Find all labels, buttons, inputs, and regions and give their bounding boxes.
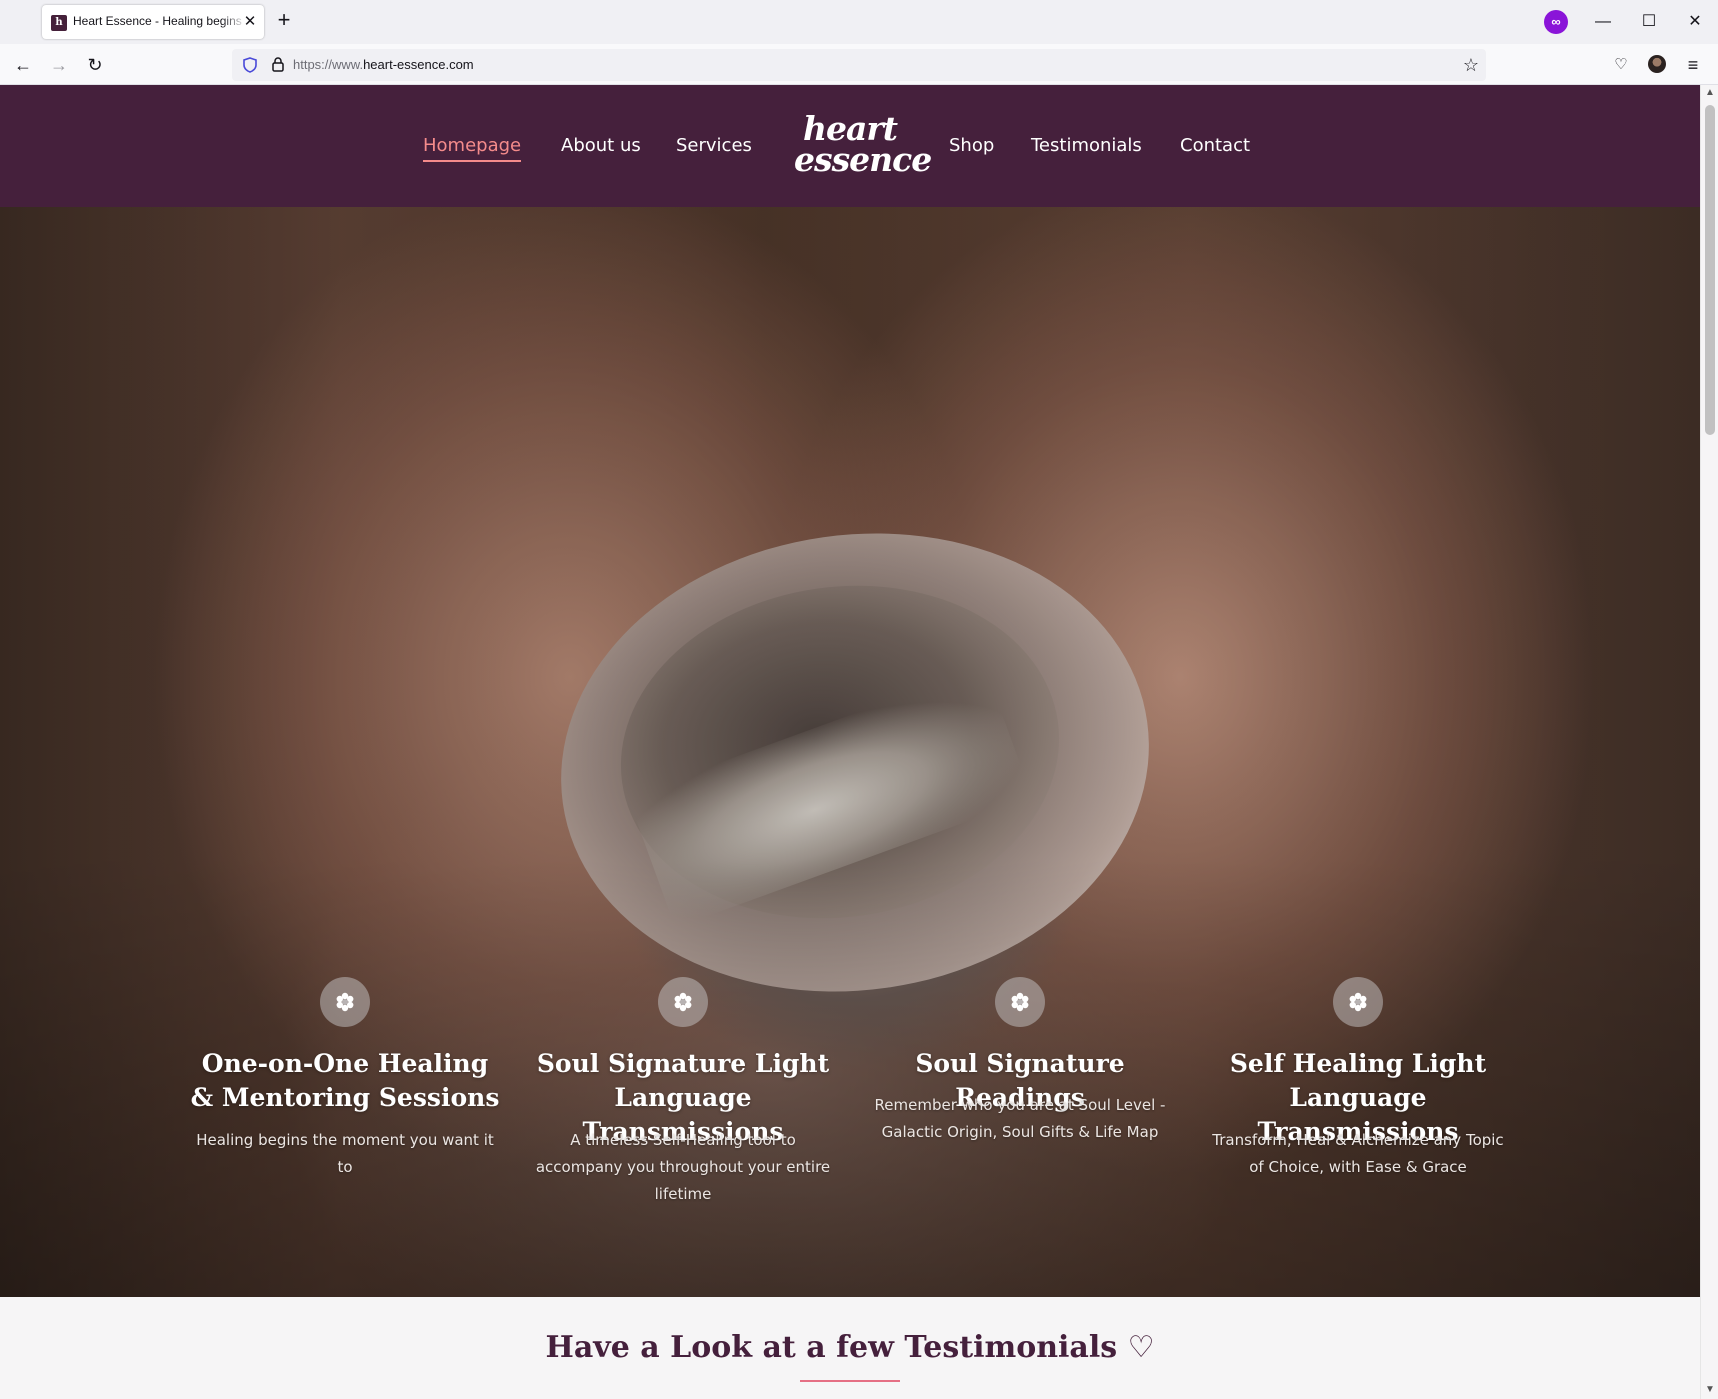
bookmark-star-icon[interactable]: ☆ [1460, 54, 1482, 76]
site-favicon-icon: h [51, 15, 67, 31]
nav-contact[interactable]: Contact [1180, 135, 1250, 156]
new-tab-button[interactable]: + [272, 9, 296, 33]
minimize-window-button[interactable]: — [1580, 0, 1626, 44]
tracking-shield-icon[interactable] [242, 57, 258, 73]
menu-icon[interactable]: ≡ [1680, 52, 1706, 78]
account-avatar[interactable] [1648, 55, 1666, 73]
flower-icon [1333, 977, 1383, 1027]
flower-icon [995, 977, 1045, 1027]
extension-icon[interactable]: ∞ [1544, 10, 1568, 34]
scroll-thumb[interactable] [1705, 105, 1715, 435]
nav-testimonials[interactable]: Testimonials [1031, 135, 1142, 156]
service-description: A timeless Self-Healing tool to accompan… [535, 1131, 831, 1203]
close-window-button[interactable]: ✕ [1672, 0, 1718, 44]
testimonials-heading: Have a Look at a few Testimonials ♡ [545, 1330, 1155, 1365]
nav-services[interactable]: Services [676, 135, 752, 156]
browser-tab-bar: h Heart Essence - Healing begins ✕ + ∞ —… [0, 0, 1718, 44]
browser-nav-bar: ← → ↻ https://www.heart-essence.com ☆ ♡ … [0, 44, 1718, 85]
page-scrollbar[interactable]: ▲ ▼ [1700, 85, 1718, 1399]
flower-icon [658, 977, 708, 1027]
hero-section: One-on-One Healing & Mentoring Sessions … [0, 207, 1700, 1297]
url-text: https://www.heart-essence.com [293, 57, 474, 72]
site-header: Homepage About us Services heart essence… [0, 85, 1700, 207]
heading-underline [800, 1380, 900, 1382]
scroll-down-icon[interactable]: ▼ [1705, 1384, 1715, 1395]
nav-shop[interactable]: Shop [949, 135, 994, 156]
nav-homepage[interactable]: Homepage [423, 135, 522, 162]
browser-tab[interactable]: h Heart Essence - Healing begins ✕ [42, 5, 264, 39]
flower-icon [320, 977, 370, 1027]
service-title[interactable]: One-on-One Healing & Mentoring Sessions [190, 1047, 500, 1115]
back-icon[interactable]: ← [10, 52, 36, 78]
service-description: Healing begins the moment you want it to [196, 1131, 494, 1176]
pocket-icon[interactable]: ♡ [1608, 52, 1634, 78]
scroll-up-icon[interactable]: ▲ [1705, 87, 1715, 98]
maximize-window-button[interactable]: ☐ [1626, 0, 1672, 44]
close-tab-icon[interactable]: ✕ [240, 11, 260, 33]
service-description: Transform, Heal & Alchemize any Topic of… [1212, 1131, 1504, 1176]
page-viewport: Homepage About us Services heart essence… [0, 85, 1700, 1399]
service-description: Remember who you are at Soul Level - Gal… [874, 1096, 1166, 1141]
heart-essence-logo[interactable]: heart essence [794, 112, 932, 181]
address-bar[interactable]: https://www.heart-essence.com ☆ [232, 49, 1486, 81]
lock-icon[interactable] [270, 56, 286, 72]
tab-title: Heart Essence - Healing begins [73, 14, 242, 28]
nav-about-us[interactable]: About us [561, 135, 641, 156]
testimonials-section: Have a Look at a few Testimonials ♡ [0, 1297, 1700, 1399]
reload-icon[interactable]: ↻ [82, 52, 108, 78]
forward-icon[interactable]: → [46, 52, 72, 78]
